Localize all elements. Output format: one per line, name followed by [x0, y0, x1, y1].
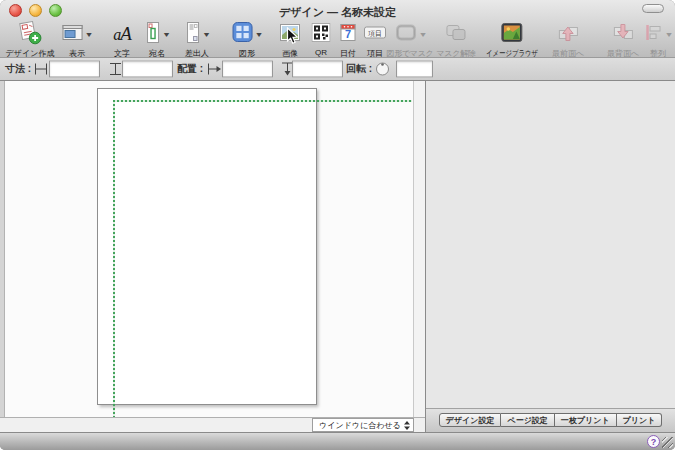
zoom-level-select[interactable]: ウインドウに合わせる — [312, 418, 414, 432]
svg-text:項目: 項目 — [368, 29, 382, 37]
titlebar[interactable]: デザイン — 名称未設定 — [0, 0, 675, 22]
address-icon — [144, 21, 161, 48]
zoom-level-value: ウインドウに合わせる — [313, 420, 401, 431]
design-canvas[interactable] — [4, 81, 425, 417]
vertical-scrollbar[interactable] — [413, 81, 425, 417]
height-icon — [109, 62, 122, 76]
format-bar: 寸法 : 配置 : 回転 : — [0, 57, 675, 81]
x-position-icon — [207, 63, 222, 76]
chevron-down-icon: ▼ — [162, 31, 171, 38]
inspector-column: デザイン設定ページ設定一枚プリントプリント — [425, 81, 675, 432]
field-icon: 項目 — [363, 24, 387, 45]
x-position-input[interactable] — [222, 61, 273, 78]
content-area: ウインドウに合わせる デザイン設定ページ設定一枚プリントプリント — [0, 81, 675, 432]
rotation-input[interactable] — [396, 61, 433, 78]
mask-shape-icon — [394, 23, 417, 46]
zoom-button[interactable] — [49, 4, 62, 17]
chevron-down-icon: ▼ — [254, 31, 263, 38]
position-label: 配置 : — [177, 62, 203, 76]
svg-text:7: 7 — [345, 28, 351, 40]
chevron-down-icon: ▼ — [202, 31, 211, 38]
toolbar-button-date[interactable]: 7日付 — [339, 21, 358, 59]
margin-guide-vertical — [113, 100, 115, 417]
sender-icon — [184, 21, 201, 48]
unmask-icon — [444, 23, 467, 46]
toolbar-button-image-browser[interactable]: イメージブラウザ — [479, 21, 544, 59]
margin-guide-horizontal — [113, 100, 412, 102]
resize-grip[interactable] — [662, 437, 673, 448]
window-title: デザイン — 名称未設定 — [80, 5, 595, 20]
view-icon — [62, 23, 84, 46]
help-button[interactable]: ? — [647, 435, 660, 448]
document-page[interactable] — [97, 88, 317, 405]
toolbar-button-unmask: マスク解除 — [436, 21, 475, 59]
toolbar-button-text[interactable]: aA文字 — [113, 21, 131, 59]
image-browser-icon — [501, 22, 524, 47]
align-icon — [644, 23, 664, 46]
mouse-cursor-icon — [286, 27, 299, 50]
toolbar-button-send-back: 最背面へ — [607, 21, 639, 59]
toolbar-button-field[interactable]: 項目項目 — [363, 21, 387, 59]
traffic-lights — [9, 4, 62, 17]
toolbar-button-mask-shape: ▼図形でマスク — [387, 21, 434, 59]
canvas-column: ウインドウに合わせる — [0, 81, 425, 432]
toolbar-toggle-button[interactable] — [642, 4, 664, 13]
toolbar-button-align: ▼整列 — [644, 21, 673, 59]
close-button[interactable] — [9, 4, 22, 17]
toolbar: デザイン作成▼表示aA文字▼宛名▼差出人▼図形画像QR7日付項目項目▼図形でマス… — [0, 20, 675, 57]
toolbar-button-view[interactable]: ▼表示 — [62, 21, 93, 59]
date-icon: 7 — [339, 22, 358, 47]
chevron-down-icon: ▼ — [664, 31, 673, 38]
app-window: デザイン — 名称未設定 デザイン作成▼表示aA文字▼宛名▼差出人▼図形画像QR… — [0, 0, 675, 450]
toolbar-button-label: QR — [315, 48, 327, 57]
toolbar-button-bring-front: 最前面へ — [552, 21, 584, 59]
toolbar-button-design-create[interactable]: デザイン作成 — [6, 21, 55, 59]
height-input[interactable] — [122, 61, 173, 78]
inspector-tab-strip: デザイン設定ページ設定一枚プリントプリント — [426, 409, 675, 432]
chevron-down-icon: ▼ — [84, 31, 93, 38]
inspector-tabs: デザイン設定ページ設定一枚プリントプリント — [439, 413, 663, 427]
window-bottom-bar: ? — [0, 432, 675, 450]
qr-icon — [312, 23, 331, 46]
rotation-dial-icon[interactable] — [374, 61, 391, 78]
send-back-icon — [612, 22, 635, 47]
inspector-tab-3[interactable]: プリント — [617, 413, 663, 427]
toolbar-button-shape[interactable]: ▼図形 — [232, 21, 263, 59]
width-input[interactable] — [49, 61, 100, 78]
inspector-tab-0[interactable]: デザイン設定 — [439, 413, 502, 427]
y-position-input[interactable] — [292, 61, 343, 78]
bring-front-icon — [557, 22, 580, 47]
toolbar-button-qr[interactable]: QR — [312, 21, 331, 57]
canvas-status-bar: ウインドウに合わせる — [0, 417, 425, 432]
inspector-tab-2[interactable]: 一枚プリント — [555, 413, 617, 427]
inspector-panel — [426, 81, 675, 409]
toolbar-button-address[interactable]: ▼宛名 — [144, 21, 170, 59]
stepper-arrows-icon[interactable] — [401, 419, 413, 431]
rotation-label: 回転 : — [346, 62, 372, 76]
shape-icon — [232, 21, 254, 47]
chevron-down-icon: ▼ — [418, 31, 427, 38]
text-icon: aA — [113, 23, 131, 45]
width-icon — [34, 63, 48, 76]
inspector-tab-1[interactable]: ページ設定 — [501, 413, 554, 427]
design-create-icon — [17, 20, 43, 49]
minimize-button[interactable] — [29, 4, 42, 17]
unified-toolbar-chrome: デザイン — 名称未設定 デザイン作成▼表示aA文字▼宛名▼差出人▼図形画像QR… — [0, 0, 675, 57]
toolbar-button-sender[interactable]: ▼差出人 — [184, 21, 210, 59]
size-label: 寸法 : — [5, 62, 31, 76]
